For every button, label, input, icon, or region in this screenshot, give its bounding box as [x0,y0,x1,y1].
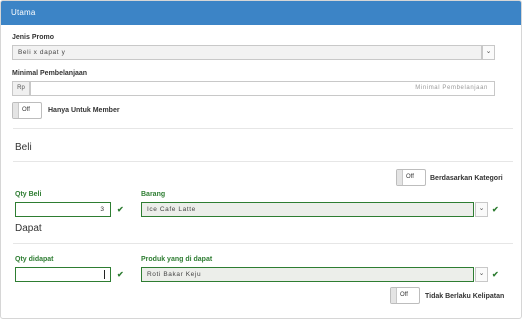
chevron-down-icon: ⌄ [478,205,485,212]
kategori-toggle-state: Off [406,174,414,180]
chevron-down-icon: ⌄ [485,48,492,55]
barang-label: Barang [141,191,166,198]
chevron-down-icon: ⌄ [478,270,485,277]
member-only-label: Hanya Untuk Member [48,107,120,114]
toggle-knob [13,103,19,118]
qty-beli-valid-check-icon: ✔ [117,205,124,214]
beli-section-title: Beli [15,142,32,153]
panel-header: Utama [1,1,521,25]
kelipatan-toggle-state: Off [400,292,408,298]
qty-didapat-input[interactable] [15,267,111,282]
kelipatan-toggle[interactable]: Off [390,287,420,304]
jenis-promo-select[interactable]: Beli x dapat y [12,45,482,60]
section-divider [13,128,513,129]
produk-didapat-dropdown-button[interactable]: ⌄ [475,267,488,282]
qty-didapat-valid-check-icon: ✔ [117,270,124,279]
kategori-toggle[interactable]: Off [396,169,426,186]
toggle-knob [391,288,397,303]
kategori-label: Berdasarkan Kategori [430,175,503,182]
dapat-section-title: Dapat [15,223,42,234]
qty-beli-input[interactable]: 3 [15,202,111,217]
minimal-pembelanjaan-placeholder: Minimal Pembelanjaan [415,85,488,91]
minimal-pembelanjaan-label: Minimal Pembelanjaan [12,70,88,77]
currency-prefix: Rp [12,81,30,96]
barang-valid-check-icon: ✔ [492,205,499,214]
member-only-toggle-state: Off [22,107,30,113]
barang-select[interactable]: Ice Cafe Latte [141,202,474,217]
produk-didapat-label: Produk yang di dapat [141,256,213,263]
produk-didapat-valid-check-icon: ✔ [492,270,499,279]
text-cursor [104,270,105,279]
jenis-promo-label: Jenis Promo [12,34,55,41]
qty-didapat-label: Qty didapat [15,256,54,263]
panel-title: Utama [11,8,36,17]
produk-didapat-select[interactable]: Roti Bakar Keju [141,267,474,282]
minimal-pembelanjaan-input[interactable]: Minimal Pembelanjaan [30,81,495,96]
toggle-knob [397,170,403,185]
beli-divider [13,161,513,162]
dapat-divider [13,243,513,244]
qty-beli-label: Qty Beli [15,191,42,198]
qty-beli-value: 3 [100,206,104,213]
barang-dropdown-button[interactable]: ⌄ [475,202,488,217]
member-only-toggle[interactable]: Off [12,102,42,119]
jenis-promo-dropdown-button[interactable]: ⌄ [482,45,495,60]
kelipatan-label: Tidak Berlaku Kelipatan [425,293,505,300]
promo-form-panel: Utama Jenis Promo Beli x dapat y ⌄ Minim… [0,0,522,319]
